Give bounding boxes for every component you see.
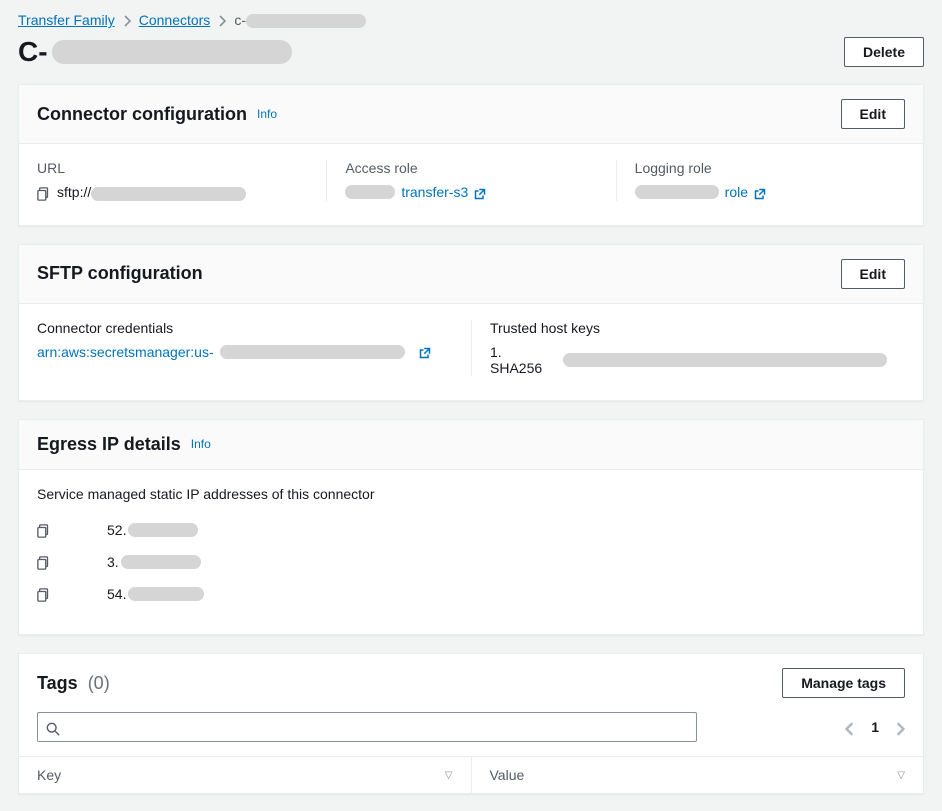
page-number: 1 — [871, 719, 879, 735]
next-page-icon[interactable] — [895, 719, 905, 735]
delete-button[interactable]: Delete — [844, 37, 924, 67]
sort-icon: ▽ — [445, 770, 453, 781]
tags-value-column[interactable]: Value ▽ — [471, 757, 924, 793]
panel-connector-configuration: Connector configuration Info Edit URL sf… — [18, 84, 924, 225]
url-value: sftp:// — [57, 184, 246, 200]
edit-sftp-config-button[interactable]: Edit — [841, 259, 905, 289]
ip-address: 52. — [107, 522, 198, 538]
ip-row: 54. — [37, 578, 905, 610]
copy-icon[interactable] — [37, 586, 51, 602]
breadcrumb-service[interactable]: Transfer Family — [18, 12, 115, 28]
trusted-host-key-value: 1. SHA256 — [490, 344, 887, 376]
tags-count: (0) — [88, 673, 110, 694]
copy-icon[interactable] — [37, 184, 51, 200]
ip-address: 3. — [107, 554, 201, 570]
access-role-label: Access role — [345, 160, 597, 176]
logging-role-label: Logging role — [635, 160, 887, 176]
pagination: 1 — [845, 719, 905, 735]
page-title: C- — [18, 36, 292, 68]
chevron-right-icon — [123, 12, 131, 28]
manage-tags-button[interactable]: Manage tags — [782, 668, 905, 698]
breadcrumb-connectors[interactable]: Connectors — [139, 12, 211, 28]
breadcrumb-current: c- — [234, 12, 366, 28]
panel-egress-ip: Egress IP details Info Service managed s… — [18, 419, 924, 636]
connector-config-heading: Connector configuration — [37, 104, 247, 125]
connector-credentials-label: Connector credentials — [37, 320, 453, 336]
copy-icon[interactable] — [37, 522, 51, 538]
external-link-icon — [754, 184, 766, 200]
url-label: URL — [37, 160, 308, 176]
egress-ip-heading: Egress IP details — [37, 434, 181, 455]
info-link[interactable]: Info — [191, 437, 211, 451]
egress-description: Service managed static IP addresses of t… — [37, 486, 905, 502]
ip-row: 52. — [37, 514, 905, 546]
external-link-icon — [474, 184, 486, 200]
access-role-link[interactable]: transfer-s3 — [401, 184, 468, 200]
edit-connector-config-button[interactable]: Edit — [841, 99, 905, 129]
ip-address: 54. — [107, 586, 204, 602]
trusted-host-keys-label: Trusted host keys — [490, 320, 887, 336]
prev-page-icon[interactable] — [845, 719, 855, 735]
external-link-icon — [419, 344, 431, 360]
info-link[interactable]: Info — [257, 107, 277, 121]
connector-credentials-link[interactable]: arn:aws:secretsmanager:us- — [37, 344, 214, 360]
tags-key-column[interactable]: Key ▽ — [19, 757, 471, 793]
panel-sftp-configuration: SFTP configuration Edit Connector creden… — [18, 244, 924, 401]
breadcrumb: Transfer Family Connectors c- — [18, 12, 924, 28]
sftp-config-heading: SFTP configuration — [37, 263, 203, 284]
chevron-right-icon — [218, 12, 226, 28]
tags-search-input[interactable] — [60, 718, 688, 736]
copy-icon[interactable] — [37, 554, 51, 570]
tags-search[interactable] — [37, 712, 697, 742]
panel-tags: Tags (0) Manage tags 1 — [18, 653, 924, 794]
tags-heading: Tags — [37, 673, 78, 694]
ip-row: 3. — [37, 546, 905, 578]
sort-icon: ▽ — [897, 770, 905, 781]
search-icon — [46, 719, 60, 735]
logging-role-link[interactable]: role — [725, 184, 748, 200]
